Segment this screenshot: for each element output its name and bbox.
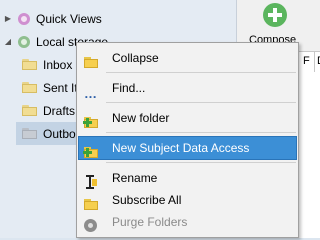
- folder-icon: [22, 82, 37, 93]
- menu-item-label: New Subject Data Access: [112, 141, 250, 155]
- local-storage-icon: [18, 35, 30, 48]
- new-folder-icon: [83, 145, 99, 159]
- menu-item-new-subject-data-access[interactable]: New Subject Data Access: [78, 136, 297, 160]
- tree-item-sent-items[interactable]: Sent It: [22, 76, 78, 99]
- column-header-flag[interactable]: F: [303, 55, 310, 67]
- tree-item-drafts[interactable]: Drafts: [22, 99, 75, 122]
- menu-separator: [106, 132, 296, 133]
- folder-icon: [83, 197, 99, 211]
- new-folder-icon: [83, 115, 99, 129]
- purge-icon: [83, 219, 99, 233]
- outbox-folder-icon: [22, 128, 37, 139]
- menu-item-label: Find...: [112, 81, 146, 95]
- menu-separator: [106, 72, 296, 73]
- menu-item-label: Subscribe All: [112, 193, 182, 207]
- menu-separator: [106, 162, 296, 163]
- tree-item-label: Inbox: [43, 57, 73, 72]
- column-divider[interactable]: [314, 52, 315, 72]
- menu-separator: [106, 102, 296, 103]
- folder-icon: [22, 105, 37, 116]
- expand-arrow-icon[interactable]: ▶: [2, 14, 14, 23]
- menu-item-purge-folders: Purge Folders: [79, 211, 296, 233]
- folder-icon: [22, 59, 37, 70]
- menu-item-label: New folder: [112, 111, 170, 125]
- tree-item-inbox[interactable]: Inbox: [22, 53, 72, 76]
- menu-item-label: Purge Folders: [112, 215, 188, 229]
- find-icon: …: [84, 86, 97, 101]
- menu-item-label: Rename: [112, 171, 158, 185]
- menu-item-rename[interactable]: Rename: [79, 167, 296, 189]
- folder-context-menu: Collapse … Find... New folder New Subjec…: [76, 42, 299, 238]
- mail-client-window: ▶ Quick Views ◢ Local storage Inbox Sent…: [0, 0, 320, 238]
- folder-icon: [83, 55, 99, 69]
- quick-views-icon: [18, 12, 30, 25]
- menu-item-collapse[interactable]: Collapse: [79, 47, 296, 69]
- tree-item-label: Outbo: [43, 126, 76, 141]
- compose-plus-icon[interactable]: [263, 3, 287, 27]
- menu-item-label: Collapse: [112, 51, 159, 65]
- tree-item-label: Quick Views: [36, 11, 102, 26]
- tree-item-label: Drafts: [43, 103, 76, 118]
- collapse-arrow-icon[interactable]: ◢: [2, 37, 14, 46]
- tree-item-label: Sent It: [43, 80, 78, 95]
- menu-item-subscribe-all[interactable]: Subscribe All: [79, 189, 296, 211]
- menu-item-find[interactable]: … Find...: [79, 77, 296, 101]
- rename-cursor-icon: [83, 175, 99, 189]
- menu-item-new-folder[interactable]: New folder: [79, 107, 296, 129]
- tree-item-quick-views[interactable]: ▶ Quick Views: [2, 7, 102, 30]
